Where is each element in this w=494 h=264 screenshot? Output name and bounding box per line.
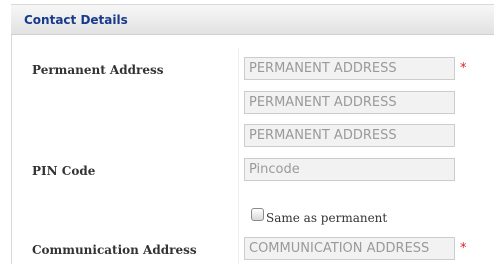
communication-address-label: Communication Address <box>32 243 197 257</box>
required-marker: * <box>460 241 467 256</box>
section-title: Contact Details <box>24 13 128 27</box>
column-divider <box>238 48 239 264</box>
section-header: Contact Details <box>11 4 494 35</box>
permanent-address-line2-input[interactable]: PERMANENT ADDRESS <box>244 91 455 114</box>
same-as-permanent-label[interactable]: Same as permanent <box>266 211 387 225</box>
pin-code-label: PIN Code <box>32 164 96 178</box>
pincode-input[interactable]: Pincode <box>244 158 455 181</box>
permanent-address-label: Permanent Address <box>32 63 164 77</box>
permanent-address-line3-input[interactable]: PERMANENT ADDRESS <box>244 124 455 147</box>
required-marker: * <box>460 61 467 76</box>
same-as-permanent-checkbox[interactable] <box>251 208 264 221</box>
permanent-address-line1-input[interactable]: PERMANENT ADDRESS <box>244 57 455 80</box>
communication-address-line1-input[interactable]: COMMUNICATION ADDRESS <box>244 237 455 260</box>
